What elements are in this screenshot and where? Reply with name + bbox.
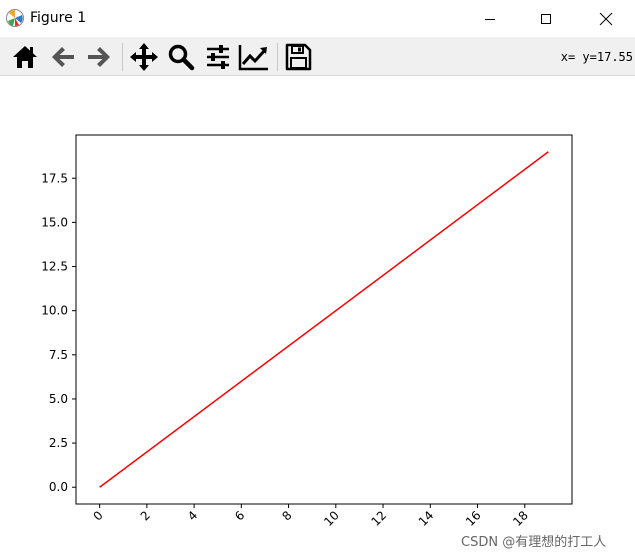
pan-button[interactable] bbox=[128, 41, 160, 73]
y-tick-label: 12.5 bbox=[41, 260, 68, 274]
window-title: Figure 1 bbox=[30, 10, 87, 26]
watermark-text: CSDN @有理想的打工人 bbox=[461, 535, 607, 550]
navigation-toolbar: x= y=17.55 bbox=[0, 37, 635, 76]
subplots-icon bbox=[207, 45, 229, 69]
forward-button[interactable] bbox=[83, 41, 115, 73]
customize-icon bbox=[238, 45, 268, 71]
title-bar: Figure 1 bbox=[0, 0, 635, 37]
x-tick-label: 16 bbox=[463, 508, 484, 527]
minimize-button[interactable] bbox=[462, 0, 518, 37]
x-tick-label: 12 bbox=[368, 508, 389, 527]
maximize-button[interactable] bbox=[518, 0, 574, 37]
series-line-0 bbox=[99, 151, 549, 488]
x-tick-label: 4 bbox=[185, 508, 200, 523]
subplots-button[interactable] bbox=[202, 41, 234, 73]
customize-button[interactable] bbox=[238, 41, 270, 73]
save-button[interactable] bbox=[282, 41, 314, 73]
zoom-icon bbox=[168, 44, 195, 71]
x-tick-label: 10 bbox=[321, 508, 342, 527]
save-icon bbox=[285, 43, 312, 71]
x-tick-label: 18 bbox=[510, 508, 531, 527]
x-tick-label: 2 bbox=[138, 508, 153, 523]
x-tick-label: 14 bbox=[416, 508, 437, 527]
y-tick-label: 5.0 bbox=[49, 392, 68, 406]
toolbar-separator bbox=[122, 43, 123, 71]
minimize-icon bbox=[485, 18, 495, 20]
matplotlib-logo-icon bbox=[5, 8, 25, 28]
x-tick-label: 8 bbox=[279, 508, 294, 523]
maximize-icon bbox=[541, 13, 551, 24]
home-button[interactable] bbox=[9, 41, 41, 73]
coordinate-readout: x= y=17.55 bbox=[560, 50, 633, 64]
back-button[interactable] bbox=[47, 41, 79, 73]
close-icon bbox=[599, 12, 613, 25]
figure-canvas[interactable]: 0.0 2.5 5.0 7.5 10.0 12.5 15.0 17.5 0 2 4 6 8 10 12 14 1… bbox=[0, 77, 635, 527]
zoom-button[interactable] bbox=[165, 41, 197, 73]
y-tick-label: 0.0 bbox=[49, 480, 68, 494]
y-tick-label: 10.0 bbox=[41, 304, 68, 318]
pan-icon bbox=[130, 43, 158, 71]
y-tick-label: 15.0 bbox=[41, 215, 68, 229]
x-tick-label: 6 bbox=[232, 508, 247, 523]
home-icon bbox=[13, 46, 37, 68]
y-tick-label: 17.5 bbox=[41, 171, 68, 185]
toolbar-separator bbox=[277, 43, 278, 71]
x-tick-label: 0 bbox=[90, 508, 105, 523]
y-tick-label: 7.5 bbox=[49, 348, 68, 362]
back-icon bbox=[52, 47, 74, 67]
forward-icon bbox=[88, 47, 110, 67]
close-button[interactable] bbox=[578, 0, 634, 37]
y-tick-label: 2.5 bbox=[49, 436, 68, 450]
